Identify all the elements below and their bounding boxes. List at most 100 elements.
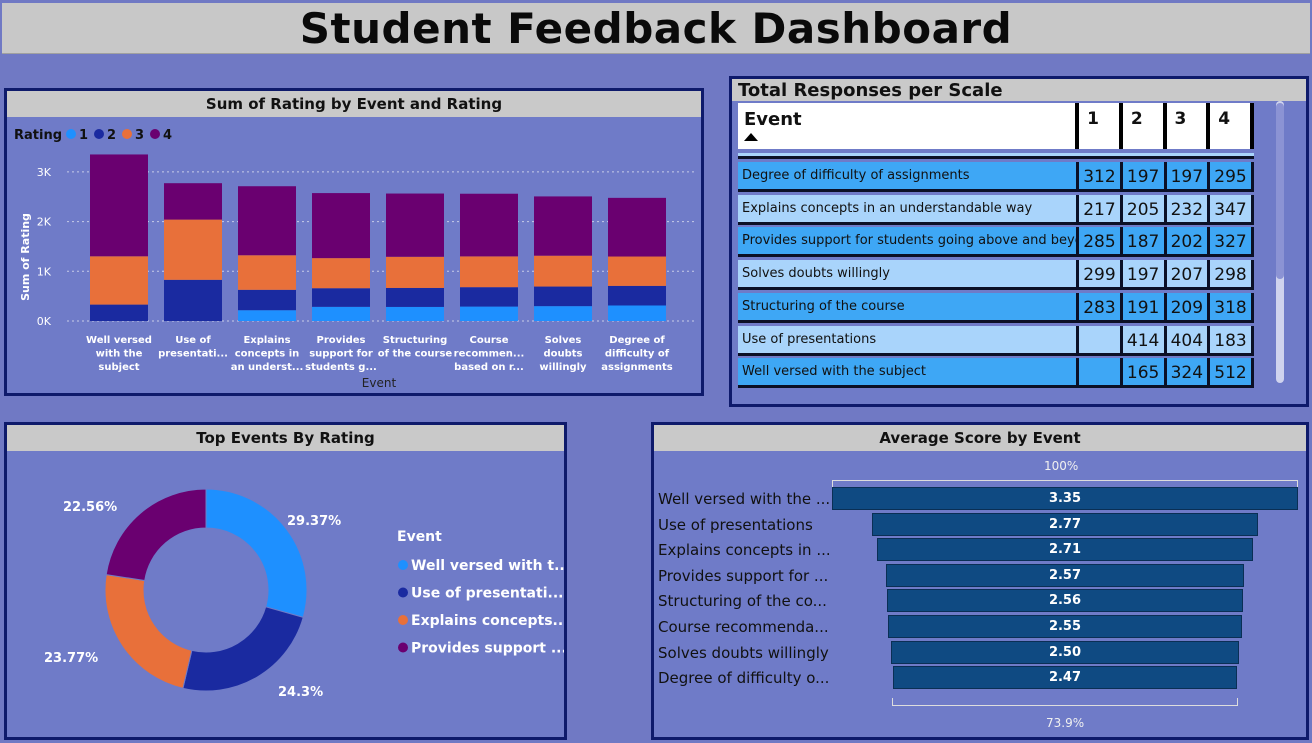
donut-legend-label[interactable]: Provides support ... — [411, 641, 564, 657]
cell-event: Use of presentations — [738, 325, 1080, 353]
cell-1 — [1079, 325, 1123, 353]
table-row[interactable]: Solves doubts willingly 299 197 207 298 — [738, 260, 1254, 291]
bar-segment[interactable] — [386, 256, 444, 288]
funnel-bar[interactable]: 2.50 — [891, 640, 1239, 664]
bar-segment[interactable] — [460, 193, 518, 257]
funnel-bar[interactable]: 2.77 — [872, 512, 1258, 536]
donut-slice[interactable] — [105, 488, 207, 582]
x-tick-label: presentati... — [158, 349, 228, 360]
column-header-3[interactable]: 3 — [1167, 103, 1211, 149]
bar-segment[interactable] — [312, 258, 370, 289]
x-tick-label: support for — [309, 349, 373, 360]
bar-segment[interactable] — [238, 289, 296, 311]
bar-segment[interactable] — [90, 256, 148, 305]
legend-marker[interactable] — [94, 129, 104, 139]
column-header-event[interactable]: Event — [738, 103, 1080, 149]
bar-segment[interactable] — [460, 306, 518, 321]
donut-legend-label[interactable]: Explains concepts... — [411, 613, 564, 629]
legend-marker[interactable] — [122, 129, 132, 139]
donut-slice-label: 29.37% — [287, 514, 341, 529]
bar-segment[interactable] — [460, 287, 518, 307]
bar-segment[interactable] — [608, 305, 666, 321]
funnel-bar[interactable]: 2.55 — [887, 615, 1243, 638]
funnel-chart[interactable]: 100% 73.9% Well versed with the ... 3.35 U… — [654, 451, 1306, 737]
donut-legend-label[interactable]: Well versed with t... — [411, 558, 564, 574]
bar-segment[interactable] — [386, 287, 444, 307]
legend-label[interactable]: 3 — [135, 128, 144, 143]
cell-3: 209 — [1167, 292, 1211, 320]
legend-label[interactable]: 4 — [163, 128, 172, 143]
funnel-chart-panel[interactable]: Average Score by Event 100% 73.9% Well v… — [651, 422, 1309, 740]
bar-segment[interactable] — [90, 304, 148, 321]
x-tick-label: Solves — [545, 335, 582, 346]
donut-slice[interactable] — [182, 606, 304, 692]
bar-segment[interactable] — [238, 186, 296, 256]
cell-4: 298 — [1210, 260, 1254, 288]
column-header-4[interactable]: 4 — [1210, 103, 1254, 149]
bar-segment[interactable] — [460, 256, 518, 288]
bar-segment[interactable] — [238, 310, 296, 321]
bar-segment[interactable] — [90, 154, 148, 257]
legend-marker[interactable] — [150, 129, 160, 139]
cell-4: 183 — [1210, 325, 1254, 353]
column-header-1[interactable]: 1 — [1079, 103, 1123, 149]
cell-3: 202 — [1167, 227, 1211, 255]
table-row[interactable]: Explains concepts in an understandable w… — [738, 194, 1254, 225]
bar-segment[interactable] — [312, 306, 370, 321]
donut-legend-marker[interactable] — [398, 560, 408, 570]
donut-slice-label: 24.3% — [278, 685, 323, 700]
bar-segment[interactable] — [386, 306, 444, 321]
cell-3: 197 — [1167, 162, 1211, 189]
funnel-bar[interactable]: 2.47 — [893, 666, 1237, 690]
funnel-bar[interactable]: 2.71 — [876, 538, 1254, 562]
bar-segment[interactable] — [608, 285, 666, 306]
donut-chart[interactable]: 29.37% 24.3% 23.77% 22.56% Event Well versed … — [7, 451, 564, 737]
x-tick-label: based on r... — [454, 362, 524, 373]
table-row[interactable]: Degree of difficulty of assignments 312 19… — [738, 162, 1254, 192]
bar-segment[interactable] — [608, 197, 666, 257]
bar-segment[interactable] — [534, 196, 592, 256]
legend-label[interactable]: 2 — [107, 128, 116, 143]
sort-ascending-icon[interactable] — [744, 133, 758, 141]
bar-segment[interactable] — [534, 306, 592, 321]
table-header-row: Event 1 2 3 4 — [738, 103, 1254, 149]
donut-legend-marker[interactable] — [398, 642, 408, 653]
bar-segment[interactable] — [312, 288, 370, 307]
cell-4: 512 — [1210, 358, 1254, 386]
column-header-2[interactable]: 2 — [1123, 103, 1167, 149]
table-row[interactable]: Provides support for students going abov… — [738, 227, 1254, 258]
funnel-bar[interactable]: 3.35 — [832, 487, 1298, 510]
funnel-bar[interactable]: 2.57 — [886, 563, 1244, 587]
bar-segment[interactable] — [164, 183, 222, 220]
bar-chart-panel[interactable]: Sum of Rating by Event and Rating Rating… — [4, 88, 704, 396]
bar-segment[interactable] — [534, 255, 592, 287]
legend-marker[interactable] — [66, 129, 76, 139]
responses-table-panel[interactable]: Total Responses per Scale Event 1 2 3 4 … — [729, 76, 1309, 407]
bar-segment[interactable] — [238, 255, 296, 290]
bar-segment[interactable] — [312, 193, 370, 259]
bar-segment[interactable] — [534, 286, 592, 307]
bar-segment[interactable] — [164, 219, 222, 280]
legend-label[interactable]: 1 — [79, 128, 88, 143]
funnel-bar[interactable]: 2.56 — [886, 589, 1244, 613]
cell-2: 197 — [1123, 162, 1167, 189]
donut-slice[interactable] — [104, 574, 193, 689]
cell-1: 283 — [1079, 292, 1123, 320]
table-row[interactable]: Well versed with the subject 165 324 512 — [738, 358, 1254, 389]
table-row[interactable]: Use of presentations 414 404 183 — [738, 325, 1254, 356]
table-scroll-thumb[interactable] — [1276, 103, 1284, 279]
table-row[interactable]: Structuring of the course 283 191 209 318 — [738, 292, 1254, 323]
stacked-bar-chart[interactable]: Rating 1 2 3 4 0K 1K 2K 3K Sum of Rating Event Well… — [7, 117, 701, 393]
donut-chart-panel[interactable]: Top Events By Rating 29.37% 24.3% 23.77% 22… — [4, 422, 567, 740]
donut-legend-marker[interactable] — [398, 615, 408, 625]
bar-segment[interactable] — [386, 193, 444, 257]
donut-legend-label[interactable]: Use of presentati... — [411, 586, 563, 602]
funnel-chart-title: Average Score by Event — [654, 425, 1306, 451]
bar-segment[interactable] — [164, 279, 222, 321]
donut-slice[interactable] — [205, 488, 308, 619]
table-scrollbar[interactable] — [1276, 101, 1284, 383]
donut-legend-marker[interactable] — [398, 587, 408, 598]
bar-segment[interactable] — [608, 256, 666, 286]
funnel-category-label: Explains concepts in ... — [658, 541, 831, 560]
donut-slice-label: 22.56% — [63, 500, 117, 515]
